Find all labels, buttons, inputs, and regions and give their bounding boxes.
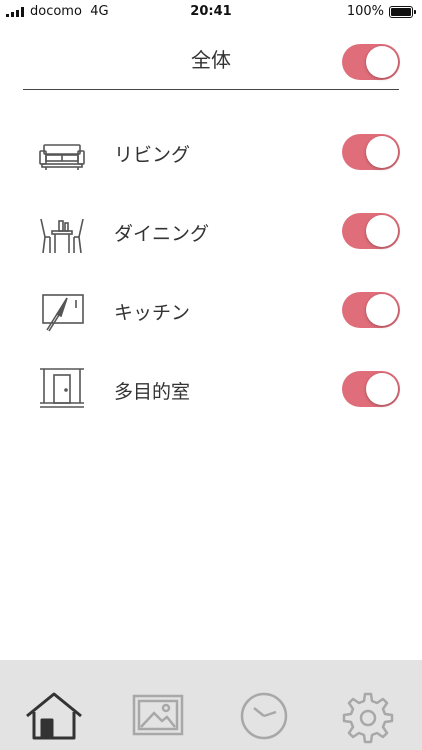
room-label: ダイニング [114, 223, 210, 245]
tab-home[interactable] [24, 686, 84, 746]
toggle-knob [366, 215, 398, 247]
room-label: キッチン [114, 302, 191, 324]
toggle-dining-switch[interactable] [342, 213, 400, 249]
toggle-kitchen-switch[interactable] [342, 292, 400, 328]
battery-icon [389, 6, 416, 18]
tab-schedule[interactable] [234, 686, 294, 746]
room-row-living: リビング [0, 122, 422, 182]
toggle-knob [366, 373, 398, 405]
settings-gear-icon [342, 692, 394, 744]
home-icon [26, 692, 82, 740]
room-row-multipurpose: 多目的室 [0, 359, 422, 419]
header: 全体 [0, 24, 422, 90]
toggle-knob [366, 136, 398, 168]
tab-settings[interactable] [338, 686, 398, 746]
room-label: リビング [114, 144, 191, 166]
room-row-kitchen: キッチン [0, 280, 422, 340]
clock-icon [240, 692, 288, 740]
kitchen-knife-icon [42, 294, 84, 332]
tab-bar [0, 660, 422, 750]
dining-table-icon [40, 218, 84, 254]
sofa-icon [39, 144, 85, 170]
toggle-multipurpose-switch[interactable] [342, 371, 400, 407]
toggle-knob [366, 46, 398, 78]
room-row-dining: ダイニング [0, 201, 422, 261]
image-icon [132, 694, 184, 736]
toggle-all-switch[interactable] [342, 44, 400, 80]
battery-percent: 100% [346, 4, 384, 19]
toggle-knob [366, 294, 398, 326]
header-divider [23, 89, 399, 90]
toggle-living-switch[interactable] [342, 134, 400, 170]
door-room-icon [40, 368, 84, 408]
room-label: 多目的室 [114, 381, 191, 403]
tab-photos[interactable] [128, 686, 188, 746]
status-bar: docomo 4G 20:41 100% [0, 0, 422, 24]
